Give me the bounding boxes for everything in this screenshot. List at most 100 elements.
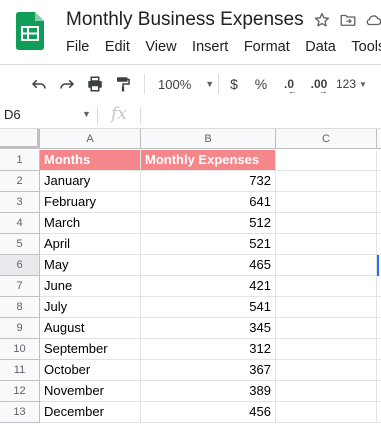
print-icon[interactable] bbox=[83, 65, 107, 103]
increase-decimal-button[interactable]: .00 → bbox=[305, 65, 333, 103]
formula-input[interactable] bbox=[146, 107, 376, 124]
empty-cell[interactable] bbox=[276, 339, 377, 360]
row-header[interactable]: 10 bbox=[0, 339, 40, 360]
row-header[interactable]: 2 bbox=[0, 171, 40, 192]
month-cell[interactable]: September bbox=[40, 339, 141, 360]
empty-cell[interactable] bbox=[377, 318, 381, 339]
table-row: 7 June 421 bbox=[0, 276, 381, 297]
month-cell[interactable]: March bbox=[40, 213, 141, 234]
menu-format[interactable]: Format bbox=[244, 39, 290, 55]
row-header[interactable]: 1 bbox=[0, 150, 40, 171]
column-header-d[interactable] bbox=[377, 129, 381, 149]
dropdown-caret-icon[interactable]: ▼ bbox=[82, 109, 91, 119]
empty-cell[interactable] bbox=[377, 192, 381, 213]
row-header[interactable]: 11 bbox=[0, 360, 40, 381]
menu-tools[interactable]: Tools bbox=[351, 39, 381, 55]
empty-cell[interactable] bbox=[276, 318, 377, 339]
percent-format-button[interactable]: % bbox=[250, 65, 272, 103]
column-header-a[interactable]: A bbox=[40, 129, 141, 149]
empty-cell[interactable] bbox=[377, 297, 381, 318]
expense-cell[interactable]: 641 bbox=[141, 192, 276, 213]
menu-data[interactable]: Data bbox=[305, 39, 336, 55]
zoom-select[interactable]: 100% ▼ bbox=[152, 65, 214, 103]
undo-icon[interactable] bbox=[27, 65, 51, 103]
row-header[interactable]: 13 bbox=[0, 402, 40, 423]
expense-cell[interactable]: 389 bbox=[141, 381, 276, 402]
star-icon[interactable] bbox=[312, 10, 332, 30]
empty-cell[interactable] bbox=[276, 171, 377, 192]
empty-cell[interactable] bbox=[276, 297, 377, 318]
paint-format-icon[interactable] bbox=[111, 65, 135, 103]
sheets-logo-icon[interactable] bbox=[16, 12, 44, 50]
empty-cell[interactable] bbox=[377, 402, 381, 423]
empty-cell[interactable] bbox=[276, 255, 377, 276]
cell-d1[interactable] bbox=[377, 150, 381, 171]
month-cell[interactable]: February bbox=[40, 192, 141, 213]
month-cell[interactable]: April bbox=[40, 234, 141, 255]
move-folder-icon[interactable] bbox=[338, 10, 358, 30]
month-cell[interactable]: November bbox=[40, 381, 141, 402]
row-header[interactable]: 9 bbox=[0, 318, 40, 339]
decrease-decimal-button[interactable]: .0 ← bbox=[278, 65, 300, 103]
table-row: 5 April 521 bbox=[0, 234, 381, 255]
row-header[interactable]: 7 bbox=[0, 276, 40, 297]
empty-cell[interactable] bbox=[276, 381, 377, 402]
menu-file[interactable]: File bbox=[66, 39, 89, 55]
cell-a1[interactable]: Months bbox=[40, 150, 141, 171]
expense-cell[interactable]: 732 bbox=[141, 171, 276, 192]
empty-cell[interactable] bbox=[377, 339, 381, 360]
redo-icon[interactable] bbox=[55, 65, 79, 103]
expense-cell[interactable]: 421 bbox=[141, 276, 276, 297]
cell-b1[interactable]: Monthly Expenses bbox=[141, 150, 276, 171]
formula-divider bbox=[97, 107, 98, 124]
expense-cell[interactable]: 367 bbox=[141, 360, 276, 381]
expense-cell[interactable]: 541 bbox=[141, 297, 276, 318]
empty-cell[interactable] bbox=[377, 381, 381, 402]
expense-cell[interactable]: 345 bbox=[141, 318, 276, 339]
month-cell[interactable]: June bbox=[40, 276, 141, 297]
month-cell[interactable]: December bbox=[40, 402, 141, 423]
row-header[interactable]: 6 bbox=[0, 255, 40, 276]
document-title[interactable]: Monthly Business Expenses bbox=[66, 9, 304, 31]
month-cell[interactable]: January bbox=[40, 171, 141, 192]
empty-cell[interactable] bbox=[377, 171, 381, 192]
empty-cell[interactable] bbox=[377, 276, 381, 297]
expense-cell[interactable]: 456 bbox=[141, 402, 276, 423]
month-cell[interactable]: October bbox=[40, 360, 141, 381]
month-cell[interactable]: May bbox=[40, 255, 141, 276]
empty-cell[interactable] bbox=[377, 213, 381, 234]
name-box[interactable]: D6 bbox=[4, 107, 21, 122]
menu-view[interactable]: View bbox=[145, 39, 176, 55]
column-header-b[interactable]: B bbox=[141, 129, 276, 149]
row-header[interactable]: 4 bbox=[0, 213, 40, 234]
row-header[interactable]: 12 bbox=[0, 381, 40, 402]
menu-insert[interactable]: Insert bbox=[192, 39, 228, 55]
empty-cell[interactable] bbox=[276, 213, 377, 234]
table-row: 10 September 312 bbox=[0, 339, 381, 360]
month-cell[interactable]: August bbox=[40, 318, 141, 339]
column-header-c[interactable]: C bbox=[276, 129, 377, 149]
empty-cell[interactable] bbox=[377, 360, 381, 381]
empty-cell[interactable] bbox=[377, 234, 381, 255]
table-row: 11 October 367 bbox=[0, 360, 381, 381]
empty-cell[interactable] bbox=[276, 234, 377, 255]
cloud-status-icon[interactable] bbox=[364, 10, 381, 30]
selection-highlight bbox=[377, 255, 379, 276]
cell-c1[interactable] bbox=[276, 150, 377, 171]
select-all-corner[interactable] bbox=[0, 129, 40, 149]
month-cell[interactable]: July bbox=[40, 297, 141, 318]
more-formats-select[interactable]: 123 ▼ bbox=[336, 65, 380, 103]
row-header[interactable]: 8 bbox=[0, 297, 40, 318]
row-header[interactable]: 5 bbox=[0, 234, 40, 255]
expense-cell[interactable]: 312 bbox=[141, 339, 276, 360]
menu-edit[interactable]: Edit bbox=[105, 39, 130, 55]
expense-cell[interactable]: 512 bbox=[141, 213, 276, 234]
currency-format-button[interactable]: $ bbox=[224, 65, 244, 103]
expense-cell[interactable]: 465 bbox=[141, 255, 276, 276]
empty-cell[interactable] bbox=[276, 192, 377, 213]
row-header[interactable]: 3 bbox=[0, 192, 40, 213]
empty-cell[interactable] bbox=[276, 402, 377, 423]
empty-cell[interactable] bbox=[276, 276, 377, 297]
empty-cell[interactable] bbox=[276, 360, 377, 381]
expense-cell[interactable]: 521 bbox=[141, 234, 276, 255]
